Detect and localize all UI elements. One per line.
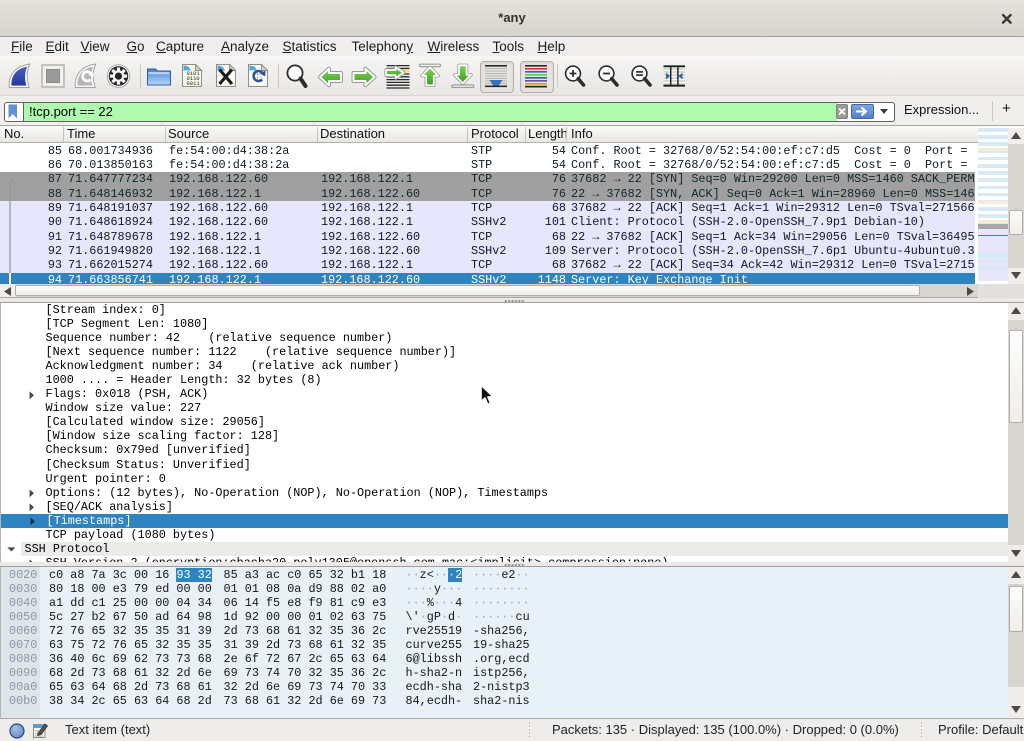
svg-text:0011: 0011 (187, 80, 201, 87)
